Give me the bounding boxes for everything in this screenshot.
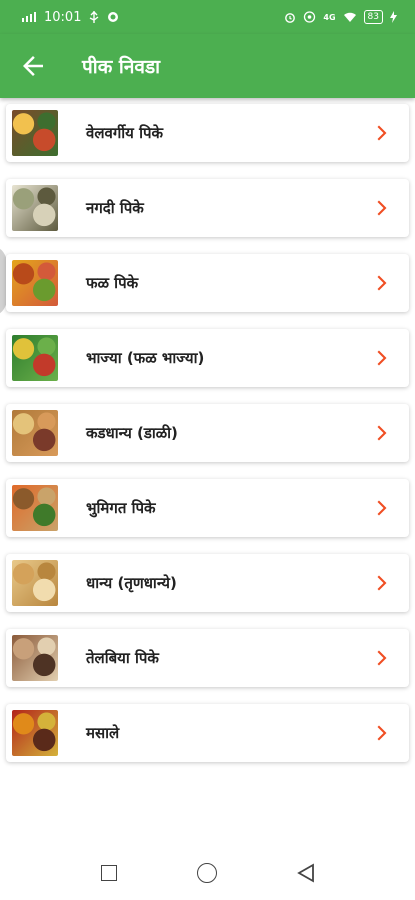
chevron-right-icon bbox=[377, 275, 387, 291]
crop-category-item[interactable]: धान्य (तृणधान्ये) bbox=[6, 554, 409, 612]
crop-thumbnail-image bbox=[12, 185, 58, 231]
crop-category-item[interactable]: नगदी पिके bbox=[6, 179, 409, 237]
crop-category-label: फळ पिके bbox=[86, 274, 139, 292]
chevron-right-icon bbox=[377, 575, 387, 591]
crop-thumbnail-image bbox=[12, 335, 58, 381]
crop-category-item[interactable]: फळ पिके bbox=[6, 254, 409, 312]
status-bar: 10:01 4G 83 bbox=[0, 0, 415, 34]
crop-thumbnail-image bbox=[12, 110, 58, 156]
chevron-right-icon bbox=[377, 725, 387, 741]
crop-category-item[interactable]: कडधान्य (डाळी) bbox=[6, 404, 409, 462]
chevron-right-icon bbox=[377, 125, 387, 141]
back-button[interactable] bbox=[296, 863, 315, 883]
crop-thumbnail-image bbox=[12, 635, 58, 681]
chevron-right-icon bbox=[377, 500, 387, 516]
crop-category-label: नगदी पिके bbox=[86, 199, 144, 217]
network-label: 4G bbox=[323, 12, 336, 22]
alarm-icon bbox=[285, 13, 296, 23]
crop-category-label: वेलवर्गीय पिके bbox=[86, 124, 164, 142]
crop-category-label: भुमिगत पिके bbox=[86, 499, 156, 517]
crop-category-label: धान्य (तृणधान्ये) bbox=[86, 574, 177, 592]
crop-category-item[interactable]: मसाले bbox=[6, 704, 409, 762]
crop-thumbnail-image bbox=[12, 410, 58, 456]
crop-thumbnail-image bbox=[12, 260, 58, 306]
crop-category-item[interactable]: तेलबिया पिके bbox=[6, 629, 409, 687]
system-nav-bar bbox=[0, 846, 415, 900]
crop-category-item[interactable]: भाज्या (फळ भाज्या) bbox=[6, 329, 409, 387]
chevron-right-icon bbox=[377, 650, 387, 666]
usb-icon bbox=[90, 11, 99, 23]
whatsapp-icon bbox=[108, 12, 119, 22]
status-time: 10:01 bbox=[44, 9, 82, 25]
back-arrow-icon[interactable] bbox=[18, 51, 48, 81]
crop-category-label: मसाले bbox=[86, 724, 120, 742]
status-left: 10:01 bbox=[22, 10, 119, 25]
crop-category-list: वेलवर्गीय पिके नगदी पिके फळ पिके भाज्या (फळ… bbox=[0, 104, 415, 779]
crop-category-label: भाज्या (फळ भाज्या) bbox=[86, 349, 205, 367]
recents-button[interactable] bbox=[100, 865, 117, 881]
chevron-right-icon bbox=[377, 425, 387, 441]
signal-icon bbox=[22, 12, 36, 22]
crop-category-item[interactable]: भुमिगत पिके bbox=[6, 479, 409, 537]
crop-thumbnail-image bbox=[12, 485, 58, 531]
battery-icon: 83 bbox=[363, 10, 383, 24]
crop-thumbnail-image bbox=[12, 560, 58, 606]
page-title: पीक निवडा bbox=[82, 56, 161, 78]
chevron-right-icon bbox=[377, 350, 387, 366]
hotspot-icon bbox=[304, 11, 316, 23]
crop-category-label: तेलबिया पिके bbox=[86, 649, 159, 667]
wifi-icon bbox=[343, 12, 356, 22]
crop-thumbnail-image bbox=[12, 710, 58, 756]
crop-category-item[interactable]: वेलवर्गीय पिके bbox=[6, 104, 409, 162]
home-button[interactable] bbox=[196, 863, 217, 883]
app-bar: पीक निवडा bbox=[0, 34, 415, 98]
charging-icon bbox=[390, 11, 397, 23]
status-right: 4G 83 bbox=[284, 10, 397, 24]
chevron-right-icon bbox=[377, 200, 387, 216]
crop-category-label: कडधान्य (डाळी) bbox=[86, 424, 178, 442]
